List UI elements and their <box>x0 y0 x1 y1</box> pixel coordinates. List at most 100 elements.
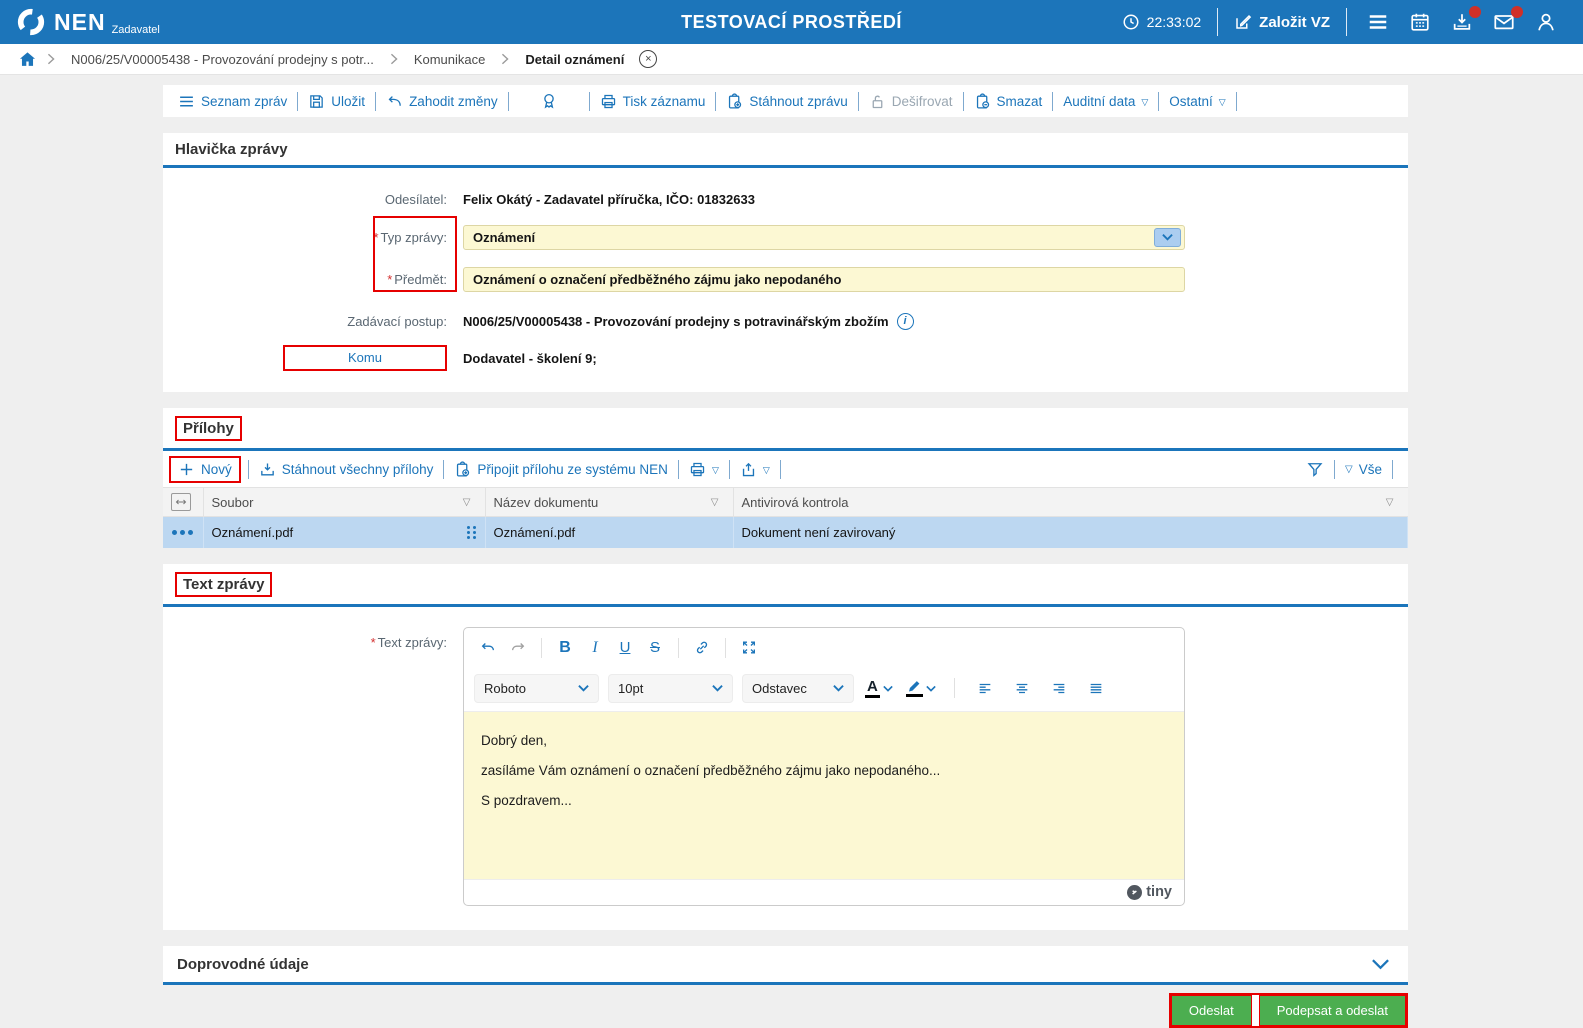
column-settings-icon[interactable] <box>171 493 191 511</box>
insert-link-button[interactable] <box>688 635 716 661</box>
odeslat-button[interactable]: Odeslat <box>1170 994 1252 1026</box>
separator <box>1334 459 1336 479</box>
info-icon[interactable]: i <box>896 312 914 330</box>
ulozit-button[interactable]: Uložit <box>303 91 370 112</box>
redo-icon <box>512 643 525 651</box>
redo-button[interactable] <box>504 635 532 661</box>
separator <box>715 91 717 111</box>
text-color-button[interactable]: A <box>863 678 895 699</box>
novy-button[interactable]: Nový <box>173 459 237 480</box>
section-text-zpravy: Text zprávy * Text zprávy: B I U S Robot… <box>163 563 1408 930</box>
separator <box>297 91 299 111</box>
section-hlavicka-zpravy: Hlavička zprávy Odesílatel: Felix Okátý … <box>163 133 1408 392</box>
undo-button[interactable] <box>474 635 502 661</box>
desifrovat-button[interactable]: Dešifrovat <box>864 91 958 112</box>
breadcrumb-home[interactable] <box>18 50 37 69</box>
pripojit-prilohu-button[interactable]: Připojit přílohu ze systému NEN <box>449 459 673 480</box>
block-format-select[interactable]: Odstavec <box>742 673 854 703</box>
dropdown-caret-icon: ▽ <box>1218 96 1226 107</box>
chevron-down-icon[interactable] <box>1154 227 1181 247</box>
tisk-zaznamu-button[interactable]: Tisk záznamu <box>595 91 711 112</box>
message-body-editable[interactable]: Dobrý den, zasíláme Vám oznámení o označ… <box>464 710 1184 879</box>
calendar-icon <box>1411 13 1429 31</box>
tiny-brand-text[interactable]: tiny <box>1146 884 1172 900</box>
italic-button[interactable]: I <box>581 635 609 661</box>
column-filter-icon[interactable]: ▽ <box>1380 496 1400 509</box>
align-center-button[interactable] <box>1008 675 1036 701</box>
export-attachments-button[interactable]: ▽ <box>735 459 775 480</box>
chevron-down-icon <box>704 684 723 692</box>
align-left-button[interactable] <box>971 675 999 701</box>
breadcrumb-item-communication[interactable]: Komunikace <box>408 51 492 68</box>
editor-toolbar-row2: Roboto 10pt Odstavec A <box>464 668 1184 711</box>
column-header-soubor[interactable]: Soubor ▽ <box>203 487 486 517</box>
table-row[interactable]: Oznámení.pdf Oznámení.pdf Dokument není … <box>163 516 1408 548</box>
create-vz-button[interactable]: Založit VZ <box>1228 13 1336 31</box>
seal-button[interactable] <box>514 90 584 112</box>
close-tab-icon[interactable]: × <box>639 50 658 68</box>
chevron-right-icon <box>46 53 56 65</box>
calendar-button[interactable] <box>1399 11 1441 33</box>
filter-button[interactable] <box>1301 458 1329 480</box>
column-filter-icon[interactable]: ▽ <box>705 496 725 509</box>
column-header-nazev-dokumentu[interactable]: Název dokumentu ▽ <box>485 487 734 517</box>
main-menu-button[interactable] <box>1357 11 1399 33</box>
row-soubor-cell[interactable]: Oznámení.pdf <box>203 516 486 548</box>
expand-section-button[interactable] <box>1367 958 1394 971</box>
link-icon <box>696 641 708 654</box>
underline-button[interactable]: U <box>611 635 639 661</box>
font-size-select[interactable]: 10pt <box>608 673 733 703</box>
ostatni-button[interactable]: Ostatní ▽ <box>1164 92 1230 111</box>
drag-handle-icon[interactable] <box>466 525 477 539</box>
predmet-input[interactable] <box>463 266 1185 292</box>
separator <box>1392 459 1393 479</box>
podepsat-a-odeslat-button[interactable]: Podepsat a odeslat <box>1258 994 1406 1026</box>
column-header-antivirova-kontrola[interactable]: Antivirová kontrola ▽ <box>733 487 1408 517</box>
align-right-button[interactable] <box>1045 675 1073 701</box>
auditni-data-button[interactable]: Auditní data ▽ <box>1058 92 1153 111</box>
highlight-color-button[interactable] <box>904 679 938 697</box>
messages-button[interactable] <box>1483 6 1525 33</box>
clipboard-attach-icon <box>457 460 470 477</box>
fullscreen-button[interactable] <box>735 635 763 661</box>
bold-button[interactable]: B <box>551 635 579 661</box>
app-header: NEN Zadavatel TESTOVACÍ PROSTŘEDÍ 22:33:… <box>0 0 1583 44</box>
separator <box>728 459 730 479</box>
smazat-button[interactable]: Smazat <box>969 91 1048 112</box>
chevron-down-icon <box>883 685 893 692</box>
strikethrough-button[interactable]: S <box>641 635 669 661</box>
row-nazev-cell[interactable]: Oznámení.pdf <box>485 516 734 548</box>
print-attachments-button[interactable]: ▽ <box>684 459 724 480</box>
list-icon <box>180 95 193 107</box>
komu-button[interactable]: Komu <box>283 345 447 371</box>
hamburger-icon <box>1369 15 1387 29</box>
message-paragraph: Dobrý den, <box>481 732 548 748</box>
breadcrumb-item-detail[interactable]: Detail oznámení <box>519 51 630 68</box>
nen-logo[interactable]: NEN Zadavatel <box>16 7 160 37</box>
separator <box>677 459 679 479</box>
dropdown-caret-icon: ▽ <box>762 464 770 475</box>
typ-zpravy-value: Oznámení <box>473 229 536 245</box>
zahodit-zmeny-button[interactable]: Zahodit změny <box>381 91 503 112</box>
section-title: Přílohy <box>175 416 242 441</box>
stahnout-zpravu-button[interactable]: Stáhnout zprávu <box>721 91 852 112</box>
filter-vse-button[interactable]: ▽ Vše <box>1340 460 1387 479</box>
share-upload-icon <box>742 462 754 476</box>
font-family-select[interactable]: Roboto <box>474 673 599 703</box>
stahnout-vsechny-prilohy-button[interactable]: Stáhnout všechny přílohy <box>254 459 439 480</box>
column-filter-icon[interactable]: ▽ <box>457 496 477 509</box>
printer-icon <box>601 94 615 108</box>
user-profile-button[interactable] <box>1525 11 1567 33</box>
separator <box>725 637 726 658</box>
highlighter-icon <box>905 679 923 697</box>
separator <box>1158 91 1160 111</box>
downloads-button[interactable] <box>1441 6 1483 33</box>
separator <box>1052 91 1054 111</box>
separator <box>443 459 445 479</box>
row-menu-cell[interactable] <box>163 516 204 548</box>
typ-zpravy-select[interactable]: Oznámení <box>463 224 1185 250</box>
breadcrumb-item-procedure[interactable]: N006/25/V00005438 - Provozování prodejny… <box>65 51 380 68</box>
seznam-zprav-button[interactable]: Seznam zpráv <box>173 91 292 112</box>
section-header: Text zprávy <box>163 564 1408 607</box>
align-justify-button[interactable] <box>1082 675 1110 701</box>
